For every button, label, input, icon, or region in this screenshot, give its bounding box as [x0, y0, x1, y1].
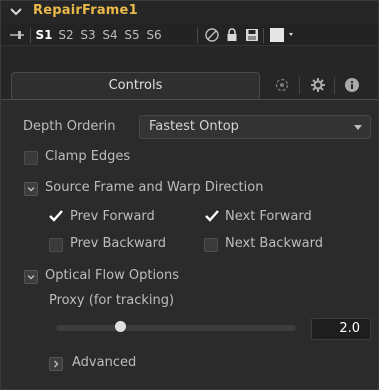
next-forward-checkbox[interactable] — [204, 208, 220, 224]
depth-order-dropdown[interactable]: Fastest Ontop — [139, 115, 371, 139]
pin-icon[interactable] — [9, 29, 25, 41]
version-s1[interactable]: S1 — [34, 26, 54, 44]
separator — [197, 28, 198, 43]
separator — [334, 77, 335, 94]
chevron-right-icon — [54, 360, 59, 368]
proxy-label: Proxy (for tracking) — [49, 293, 175, 308]
depth-order-label: Depth Orderin — [23, 119, 116, 134]
tool-header[interactable]: RepairFrame1 — [1, 1, 378, 23]
version-toolbar: S1 S2 S3 S4 S5 S6 — [1, 24, 378, 46]
version-s5[interactable]: S5 — [122, 26, 142, 44]
optical-flow-expander[interactable] — [24, 270, 38, 284]
proxy-slider-handle[interactable] — [115, 321, 126, 332]
version-s2[interactable]: S2 — [56, 26, 76, 44]
version-s6[interactable]: S6 — [144, 26, 164, 44]
version-s4[interactable]: S4 — [100, 26, 120, 44]
prev-backward-checkbox[interactable] — [49, 238, 63, 252]
inspector-panel: RepairFrame1 S1 S2 S3 S4 S5 S6 Controls … — [0, 0, 379, 390]
chevron-down-icon — [27, 275, 35, 280]
optical-flow-label: Optical Flow Options — [45, 268, 180, 283]
save-icon[interactable] — [244, 27, 260, 43]
separator — [299, 77, 300, 94]
clamp-edges-checkbox[interactable] — [24, 151, 38, 165]
source-section-label: Source Frame and Warp Direction — [45, 180, 264, 195]
chevron-down-icon — [27, 187, 35, 192]
clamp-edges-label: Clamp Edges — [45, 149, 131, 164]
separator — [30, 28, 31, 43]
lock-icon[interactable] — [224, 27, 240, 43]
next-backward-checkbox[interactable] — [204, 238, 218, 252]
proxy-slider-track[interactable] — [56, 325, 296, 331]
advanced-label: Advanced — [72, 355, 137, 370]
color-swatch-icon[interactable] — [269, 27, 297, 43]
bypass-icon[interactable] — [204, 27, 220, 43]
depth-order-value: Fastest Ontop — [149, 119, 239, 134]
chevron-down-icon[interactable] — [10, 6, 22, 18]
source-expander[interactable] — [24, 182, 38, 196]
separator — [263, 28, 264, 43]
prev-backward-label: Prev Backward — [70, 236, 167, 251]
tab-controls[interactable]: Controls — [11, 72, 260, 99]
advanced-expander[interactable] — [49, 357, 63, 371]
next-forward-label: Next Forward — [225, 209, 312, 224]
dropdown-arrow-icon — [354, 125, 362, 130]
modifiers-icon[interactable] — [274, 77, 290, 93]
next-backward-label: Next Backward — [225, 236, 323, 251]
tab-bar: Controls — [1, 47, 378, 99]
version-s3[interactable]: S3 — [78, 26, 98, 44]
prev-forward-label: Prev Forward — [70, 209, 155, 224]
info-icon[interactable] — [344, 77, 360, 93]
tool-title: RepairFrame1 — [33, 3, 138, 18]
prev-forward-checkbox[interactable] — [48, 208, 64, 224]
proxy-value-field[interactable]: 2.0 — [311, 318, 371, 340]
settings-gear-icon[interactable] — [310, 77, 326, 93]
